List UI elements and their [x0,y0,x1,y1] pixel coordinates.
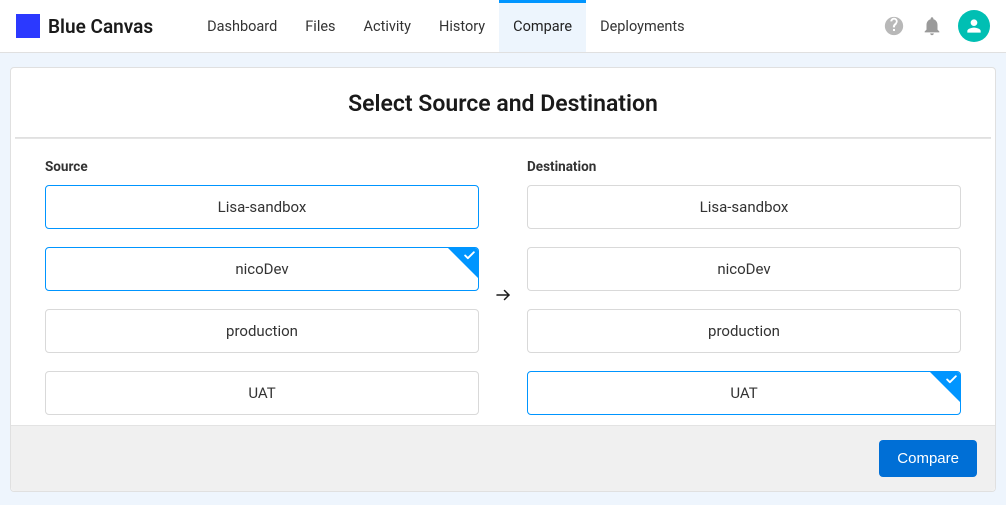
nav-files[interactable]: Files [291,0,349,52]
brand-logo[interactable]: Blue Canvas [16,14,153,38]
compare-panel: Select Source and Destination Source Lis… [10,67,996,492]
source-env-item[interactable]: production [45,309,479,353]
logo-icon [16,14,40,38]
page-title: Select Source and Destination [15,68,991,138]
destination-label: Destination [527,159,961,175]
source-env-list: Lisa-sandbox nicoDev production UAT [45,185,479,415]
main-nav: Dashboard Files Activity History Compare… [193,0,698,52]
panel-footer: Compare [11,425,995,491]
app-header: Blue Canvas Dashboard Files Activity His… [0,0,1006,53]
destination-env-item[interactable]: UAT [527,371,961,415]
nav-activity[interactable]: Activity [350,0,425,52]
destination-env-item[interactable]: Lisa-sandbox [527,185,961,229]
nav-deployments[interactable]: Deployments [586,0,699,52]
arrow-icon [491,270,515,304]
nav-compare[interactable]: Compare [499,0,586,52]
header-actions [882,10,990,42]
env-label: nicoDev [717,260,770,278]
env-label: Lisa-sandbox [700,198,789,216]
check-icon [463,249,476,262]
env-label: production [226,322,298,340]
check-icon [945,373,958,386]
notifications-icon[interactable] [920,14,944,38]
brand-name: Blue Canvas [48,15,153,38]
source-column: Source Lisa-sandbox nicoDev production U… [45,159,479,415]
help-icon[interactable] [882,14,906,38]
source-env-item[interactable]: Lisa-sandbox [45,185,479,229]
user-avatar[interactable] [958,10,990,42]
env-columns: Source Lisa-sandbox nicoDev production U… [11,139,995,425]
env-label: production [708,322,780,340]
destination-env-item[interactable]: nicoDev [527,247,961,291]
source-label: Source [45,159,479,175]
env-label: UAT [248,384,275,402]
destination-env-list: Lisa-sandbox nicoDev production UAT [527,185,961,415]
env-label: Lisa-sandbox [218,198,307,216]
source-env-item[interactable]: nicoDev [45,247,479,291]
nav-history[interactable]: History [425,0,499,52]
source-env-item[interactable]: UAT [45,371,479,415]
destination-env-item[interactable]: production [527,309,961,353]
env-label: UAT [730,384,757,402]
env-label: nicoDev [235,260,288,278]
compare-button[interactable]: Compare [879,440,977,477]
destination-column: Destination Lisa-sandbox nicoDev product… [527,159,961,415]
nav-dashboard[interactable]: Dashboard [193,0,291,52]
